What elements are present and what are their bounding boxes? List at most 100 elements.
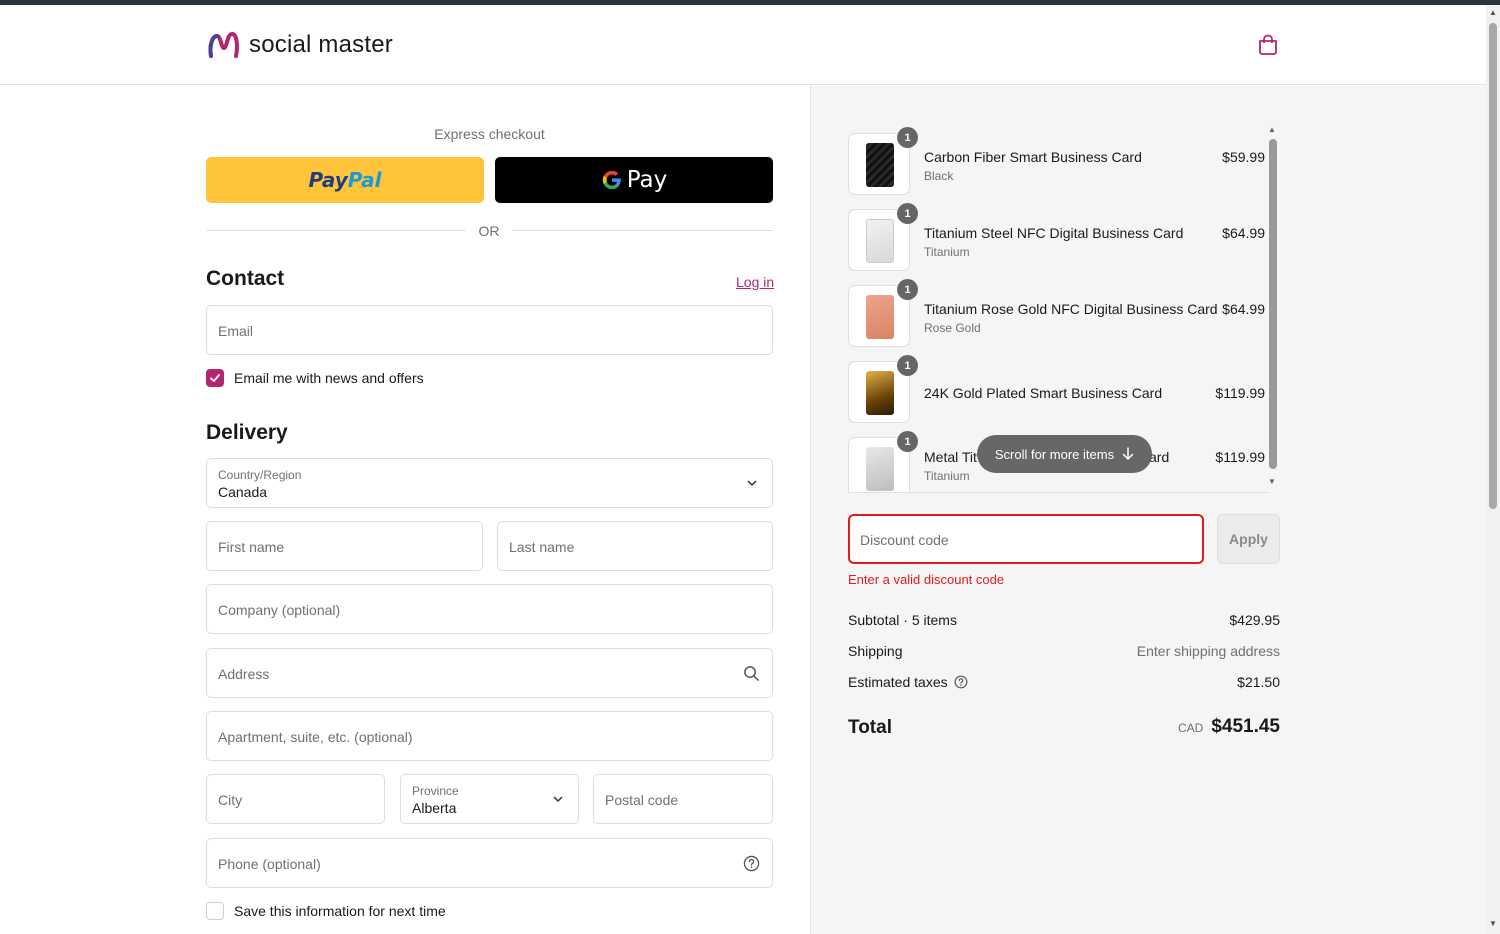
list-item: 1 Carbon Fiber Smart Business Card Black… [848, 127, 1268, 195]
product-variant: Titanium [924, 245, 970, 259]
product-name: 24K Gold Plated Smart Business Card [924, 385, 1163, 401]
newsletter-label: Email me with news and offers [234, 370, 424, 386]
address-field[interactable]: Address [206, 648, 773, 698]
taxes-row: Estimated taxes $21.50 [848, 674, 1280, 694]
page-scroll-thumb[interactable] [1489, 23, 1497, 509]
google-pay-button[interactable]: Pay [495, 157, 773, 203]
product-name-end: ard [1149, 449, 1170, 465]
express-checkout-label: Express checkout [434, 126, 545, 142]
save-info-label: Save this information for next time [234, 903, 446, 919]
brand-name: social master [249, 31, 393, 58]
paypal-button[interactable]: PayPal [206, 157, 484, 203]
email-placeholder: Email [218, 323, 254, 339]
product-variant: Titanium [924, 469, 970, 483]
taxes-label: Estimated taxes [848, 674, 948, 690]
contact-title: Contact [206, 267, 285, 290]
product-thumbnail: 1 [848, 279, 918, 347]
product-thumbnail: 1 [848, 431, 918, 493]
arrow-down-icon [1122, 447, 1134, 460]
shipping-label: Shipping [848, 643, 903, 659]
shopping-bag-icon[interactable] [1257, 34, 1279, 56]
last-name-field[interactable]: Last name [497, 521, 773, 571]
page-scrollbar[interactable]: ▲ ▼ [1486, 5, 1500, 934]
city-field[interactable]: City [206, 774, 385, 824]
divider [848, 492, 1268, 493]
taxes-value: $21.50 [1237, 674, 1280, 690]
product-name: Metal Tit [924, 449, 977, 465]
items-scroll-thumb[interactable] [1269, 139, 1277, 469]
newsletter-row[interactable]: Email me with news and offers [206, 369, 424, 387]
or-divider: OR [206, 222, 773, 240]
discount-code-field[interactable]: Discount code [848, 514, 1204, 564]
country-select[interactable]: Country/Region Canada [206, 458, 773, 508]
quantity-badge: 1 [897, 127, 918, 148]
brand-logo[interactable]: social master [207, 30, 393, 60]
checkmark-icon [210, 374, 220, 382]
list-item: 1 Titanium Steel NFC Digital Business Ca… [848, 203, 1268, 271]
product-price: $64.99 [1222, 225, 1265, 241]
quantity-badge: 1 [897, 203, 918, 224]
email-field[interactable]: Email [206, 305, 773, 355]
product-thumbnail: 1 [848, 203, 918, 271]
country-value: Canada [218, 484, 268, 500]
quantity-badge: 1 [897, 431, 918, 452]
discount-error-message: Enter a valid discount code [848, 572, 1005, 587]
first-name-field[interactable]: First name [206, 521, 483, 571]
postal-code-field[interactable]: Postal code [593, 774, 773, 824]
scroll-for-more-button[interactable]: Scroll for more items [977, 435, 1152, 473]
quantity-badge: 1 [897, 355, 918, 376]
country-label: Country/Region [218, 468, 302, 482]
gpay-label: Pay [626, 167, 668, 193]
search-icon[interactable] [743, 665, 760, 682]
scroll-hint-label: Scroll for more items [994, 446, 1115, 462]
product-price: $59.99 [1222, 149, 1265, 165]
shipping-value: Enter shipping address [1136, 643, 1280, 659]
taxes-label-group: Estimated taxes [848, 674, 968, 690]
subtotal-row: Subtotal · 5 items $429.95 [848, 612, 1280, 632]
scroll-down-icon[interactable]: ▼ [1489, 919, 1497, 928]
product-thumbnail: 1 [848, 127, 918, 195]
scroll-up-icon[interactable]: ▲ [1268, 125, 1276, 134]
delivery-title: Delivery [206, 421, 288, 444]
product-price: $119.99 [1215, 449, 1265, 465]
scroll-up-icon[interactable]: ▲ [1489, 8, 1497, 17]
list-item: 1 Titanium Rose Gold NFC Digital Busines… [848, 279, 1268, 347]
total-label: Total [848, 717, 892, 738]
product-name: Titanium Rose Gold NFC Digital Business … [924, 301, 1218, 317]
help-circle-icon[interactable] [743, 855, 760, 872]
product-name: Carbon Fiber Smart Business Card [924, 149, 1142, 165]
order-items-scrollbar[interactable]: ▲ ▼ [1268, 125, 1280, 491]
product-thumbnail: 1 [848, 355, 918, 423]
shipping-row: Shipping Enter shipping address [848, 643, 1280, 663]
subtotal-value: $429.95 [1229, 612, 1280, 628]
scroll-down-icon[interactable]: ▼ [1268, 477, 1276, 486]
product-price: $64.99 [1222, 301, 1265, 317]
list-item: 1 24K Gold Plated Smart Business Card $1… [848, 355, 1268, 423]
product-price: $119.99 [1215, 385, 1265, 401]
logo-mark-icon [208, 31, 239, 58]
login-link[interactable]: Log in [736, 274, 774, 290]
subtotal-label: Subtotal · 5 items [848, 612, 957, 628]
total-value-group: CAD $451.45 [1178, 716, 1280, 738]
product-name: Titanium Steel NFC Digital Business Card [924, 225, 1184, 241]
apartment-field[interactable]: Apartment, suite, etc. (optional) [206, 711, 773, 761]
paypal-logo: PayPal [308, 168, 382, 192]
phone-field[interactable]: Phone (optional) [206, 838, 773, 888]
help-circle-icon[interactable] [954, 675, 968, 689]
product-variant: Black [924, 169, 954, 183]
province-select[interactable]: Province Alberta [400, 774, 579, 824]
google-g-icon [602, 170, 621, 190]
header: social master [0, 5, 1486, 85]
total-currency: CAD [1177, 721, 1204, 735]
save-info-row[interactable]: Save this information for next time [206, 902, 446, 920]
company-field[interactable]: Company (optional) [206, 584, 773, 634]
chevron-down-icon [747, 480, 757, 487]
quantity-badge: 1 [897, 279, 918, 300]
total-value: $451.45 [1211, 716, 1280, 737]
total-row: Total CAD $451.45 [848, 716, 1280, 742]
apply-button[interactable]: Apply [1217, 514, 1280, 564]
save-info-checkbox[interactable] [206, 902, 224, 920]
product-variant: Rose Gold [924, 321, 981, 335]
chevron-down-icon [553, 796, 563, 803]
newsletter-checkbox[interactable] [206, 369, 224, 387]
